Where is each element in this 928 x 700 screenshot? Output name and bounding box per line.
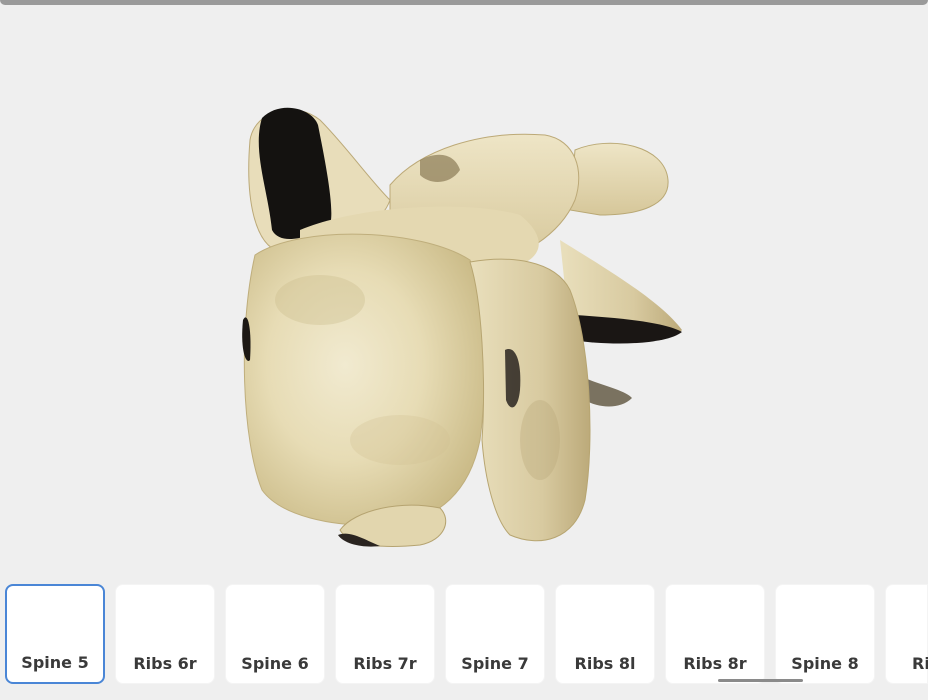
thumbnail-label: Spine 6 — [241, 654, 309, 673]
thumbnail-ribs-6r[interactable]: Ribs 6r — [115, 584, 215, 684]
top-progress-bar — [0, 0, 928, 5]
thumbnail-label: Spine 8 — [791, 654, 859, 673]
thumbnail-ribs-7r[interactable]: Ribs 7r — [335, 584, 435, 684]
thumbnail-label: Ribs 8r — [683, 654, 747, 673]
thumbnail-ribs-8r[interactable]: Ribs 8r — [665, 584, 765, 684]
thumbnail-label: Ribs 7r — [353, 654, 417, 673]
thumbnail-label: Ribs 8l — [574, 654, 636, 673]
thumbnail-spine-6[interactable]: Spine 6 — [225, 584, 325, 684]
thumbnail-ribs-8l[interactable]: Ribs 8l — [555, 584, 655, 684]
thumbnail-spine-7[interactable]: Spine 7 — [445, 584, 545, 684]
thumbnail-label: Spine 7 — [461, 654, 529, 673]
model-viewer[interactable]: Spine 5 Ribs 6r Spine 6 Ribs 7r Spine 7 … — [0, 0, 928, 700]
thumbnail-scrollbar[interactable] — [718, 679, 803, 682]
thumbnail-label: Spine 5 — [21, 653, 89, 672]
vertebra-3d-model[interactable] — [200, 90, 720, 560]
thumbnail-label: Ri — [912, 654, 928, 673]
thumbnail-spine-8[interactable]: Spine 8 — [775, 584, 875, 684]
thumbnail-spine-5[interactable]: Spine 5 — [5, 584, 105, 684]
thumbnail-label: Ribs 6r — [133, 654, 197, 673]
thumbnail-partial[interactable]: Ri — [885, 584, 928, 684]
